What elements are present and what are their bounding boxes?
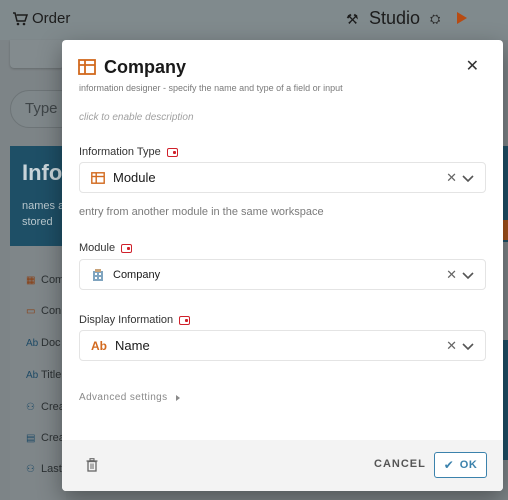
panel-item[interactable]: ⚇ Last <box>26 463 66 479</box>
dialog-footer: CANCEL ✔ OK <box>62 440 503 491</box>
trash-icon[interactable] <box>86 458 98 472</box>
text-icon: Ab <box>26 370 39 381</box>
ok-button[interactable]: ✔ OK <box>434 452 487 478</box>
display-information-label: Display Information <box>79 314 191 326</box>
studio-label[interactable]: Studio <box>369 8 420 29</box>
panel-item[interactable]: ▦ Com <box>26 274 66 290</box>
module-label: Module <box>79 242 133 254</box>
display-information-value: Name <box>115 338 150 353</box>
text-icon: Ab <box>26 338 39 349</box>
tag-icon: ▭ <box>26 306 36 317</box>
description-placeholder[interactable]: click to enable description <box>79 112 194 123</box>
information-type-select[interactable]: Module ✕ <box>79 162 486 193</box>
panel-subtitle: names a stored <box>22 200 65 228</box>
clear-icon[interactable]: ✕ <box>446 170 457 186</box>
panel-title: Info <box>22 160 63 185</box>
caret-right-icon <box>175 394 180 401</box>
module-icon: ▦ <box>26 275 36 286</box>
cart-icon <box>13 12 28 26</box>
dialog-subtitle: information designer - specify the name … <box>79 83 343 93</box>
module-icon <box>78 59 96 75</box>
advanced-settings-toggle[interactable]: Advanced settings <box>79 392 180 403</box>
ok-button-label: OK <box>459 459 478 471</box>
information-type-hint: entry from another module in the same wo… <box>79 206 324 218</box>
check-icon: ✔ <box>443 458 454 472</box>
building-icon <box>93 268 103 281</box>
chevron-down-icon[interactable] <box>461 339 475 353</box>
information-type-label: Information Type <box>79 146 178 158</box>
play-icon[interactable] <box>457 12 467 24</box>
magic-wand-icon[interactable]: ⚒ <box>346 11 359 28</box>
close-icon[interactable]: ✕ <box>466 56 479 76</box>
clear-icon[interactable]: ✕ <box>446 267 457 283</box>
module-value: Company <box>113 268 161 281</box>
panel-item[interactable]: Ab Doc <box>26 337 66 353</box>
display-information-select[interactable]: Ab Name ✕ <box>79 330 486 361</box>
tag-icon <box>179 315 191 325</box>
tag-icon <box>166 147 178 157</box>
text-icon: Ab <box>91 338 107 353</box>
information-designer-dialog: Company ✕ information designer - specify… <box>62 40 503 491</box>
panel-item[interactable]: Ab Title <box>26 369 66 385</box>
chevron-down-icon[interactable] <box>461 171 475 185</box>
panel-item[interactable]: ⚇ Crea <box>26 401 66 417</box>
background-panel-header: Info names a stored <box>10 146 66 246</box>
chevron-down-icon[interactable] <box>461 268 475 282</box>
information-type-value: Module <box>113 170 156 185</box>
cancel-button[interactable]: CANCEL <box>374 458 426 470</box>
person-icon: ⚇ <box>26 464 35 475</box>
dialog-title[interactable]: Company <box>104 57 186 78</box>
module-icon <box>91 171 105 184</box>
app-title-order[interactable]: Order <box>32 10 70 27</box>
dialog-header: Company <box>78 56 186 78</box>
calendar-icon: ▤ <box>26 433 36 444</box>
background-card <box>10 40 64 68</box>
module-select[interactable]: Company ✕ <box>79 259 486 290</box>
panel-item[interactable]: ▤ Crea <box>26 432 66 448</box>
share-icon[interactable]: ⛭ <box>430 11 440 27</box>
app-header: Order ⚒ Studio ⛭ <box>0 0 508 40</box>
tag-icon <box>121 243 133 253</box>
panel-item[interactable]: ▭ Con <box>26 305 66 321</box>
clear-icon[interactable]: ✕ <box>446 338 457 354</box>
person-icon: ⚇ <box>26 402 35 413</box>
